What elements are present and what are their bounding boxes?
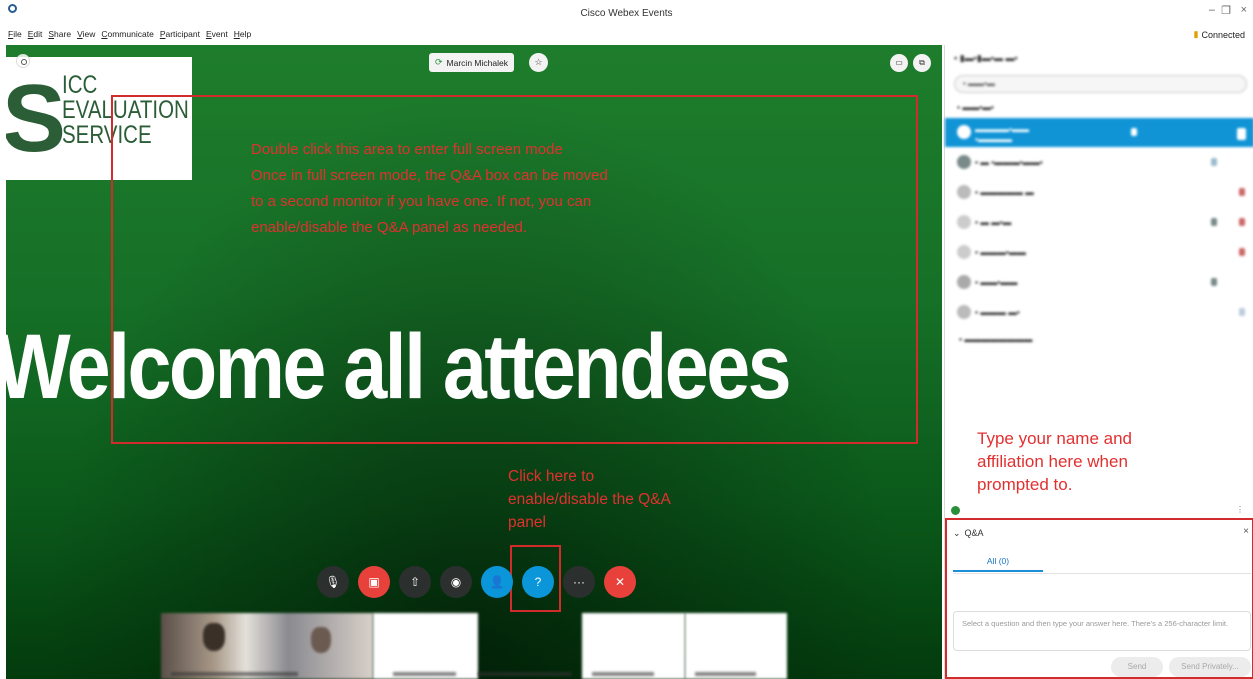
signal-icon: ▮: [1193, 29, 1199, 39]
qa-panel-annotation-box: [945, 518, 1253, 679]
qa-button[interactable]: ?: [522, 566, 554, 598]
video-thumbnail[interactable]: [685, 613, 787, 679]
pin-icon[interactable]: ☆: [529, 53, 548, 72]
side-panel: ▪ ▮▬▪▮▬▪▬ ▬▪ ▪ ▬▬▪▬ ▪ ▬▬▪▬▪ ▬▬▬▬▪▬▬ ▪▬▬▬▬…: [944, 45, 1253, 679]
share-icon: ⇧: [409, 575, 421, 589]
menu-bar: File Edit Share View Communicate Partici…: [8, 29, 251, 43]
webex-window: Cisco Webex Events – ❐ × File Edit Share…: [0, 0, 1253, 679]
avatar: [957, 155, 971, 169]
more-icon: ···: [573, 575, 585, 589]
participant-row[interactable]: ▪ ▬▬▬▬▬ ▬: [945, 178, 1253, 207]
menu-communicate[interactable]: Communicate: [101, 29, 153, 43]
person-icon: 👤: [489, 575, 505, 589]
panelists-header: ▪ ▬▬▪▬▪: [957, 102, 994, 112]
qa-toggle-annotation-text: Click here to enable/disable the Q&A pan…: [508, 468, 671, 531]
record-icon: ◉: [450, 575, 462, 589]
participant-row[interactable]: ▪ ▬▬▬ ▬▪: [945, 298, 1253, 327]
video-button[interactable]: ▣: [358, 566, 390, 598]
participant-row[interactable]: ▪ ▬▬▬▬▬▬▬▬: [945, 325, 1253, 354]
menu-help[interactable]: Help: [234, 29, 251, 43]
presenter-icon: ⟳: [435, 57, 443, 67]
leave-button[interactable]: ✕: [604, 566, 636, 598]
video-thumbnail-strip: [161, 613, 787, 679]
presenter-badge: ⟳ Marcin Michalek: [429, 53, 514, 72]
video-thumbnail[interactable]: [161, 613, 373, 679]
avatar: [957, 305, 971, 319]
meeting-controls: 🎙 ▣ ⇧ ◉ 👤 ? ··· ✕: [317, 566, 636, 598]
video-thumbnail[interactable]: [478, 613, 582, 679]
more-button[interactable]: ···: [563, 566, 595, 598]
share-button[interactable]: ⇧: [399, 566, 431, 598]
minimize-button[interactable]: –: [1209, 4, 1215, 16]
video-off-icon: ▣: [368, 575, 380, 589]
close-icon: ✕: [614, 575, 626, 589]
layout-icon[interactable]: ▭: [890, 54, 908, 72]
participant-row[interactable]: ▪ ▬ ▪▬▬▬▪▬▬▪: [945, 148, 1253, 177]
participant-row[interactable]: ▬▬▬▬▪▬▬ ▪▬▬▬▬: [945, 118, 1253, 147]
menu-participant[interactable]: Participant: [160, 29, 200, 43]
microphone-muted-icon: 🎙: [325, 575, 341, 589]
participant-row[interactable]: ▪ ▬▬▬▪▬▬: [945, 238, 1253, 267]
menu-file[interactable]: File: [8, 29, 22, 43]
mute-button[interactable]: 🎙: [317, 566, 349, 598]
avatar: [957, 215, 971, 229]
presenter-name: Marcin Michalek: [446, 57, 508, 68]
avatar: [957, 245, 971, 259]
connection-status: ▮ Connected: [1194, 29, 1246, 40]
menu-edit[interactable]: Edit: [28, 29, 43, 43]
fullscreen-annotation-text: Double click this area to enter full scr…: [251, 141, 608, 236]
participants-button[interactable]: 👤: [481, 566, 513, 598]
participant-row[interactable]: ▪ ▬ ▬▪▬: [945, 208, 1253, 237]
avatar: [957, 185, 971, 199]
menu-view[interactable]: View: [77, 29, 95, 43]
title-bar: Cisco Webex Events – ❐ ×: [0, 0, 1253, 28]
panel-status-icon[interactable]: [951, 506, 960, 515]
menu-share[interactable]: Share: [48, 29, 71, 43]
avatar: [957, 275, 971, 289]
content-stage[interactable]: S ICC EVALUATION SERVICE Welcome all att…: [6, 45, 942, 679]
menu-event[interactable]: Event: [206, 29, 228, 43]
question-icon: ?: [534, 575, 542, 589]
name-annotation-text: Type your name and affiliation here when…: [977, 429, 1132, 494]
avatar: [957, 125, 971, 139]
participants-header: ▪ ▮▬▪▮▬▪▬ ▬▪: [954, 53, 1018, 63]
window-title: Cisco Webex Events: [580, 8, 673, 19]
connection-status-label: Connected: [1201, 29, 1245, 40]
panel-options-icon[interactable]: ⋮: [1236, 505, 1244, 514]
panel-toolbar: ⋮: [945, 505, 1253, 519]
popout-icon[interactable]: ⧉: [913, 54, 931, 72]
logo-letter: S: [6, 65, 67, 172]
restore-button[interactable]: ❐: [1221, 4, 1231, 17]
video-thumbnail[interactable]: [582, 613, 685, 679]
record-button[interactable]: ◉: [440, 566, 472, 598]
close-window-button[interactable]: ×: [1241, 4, 1247, 16]
stage-info-icon[interactable]: [16, 54, 30, 68]
participant-search-input[interactable]: ▪ ▬▬▪▬: [954, 75, 1247, 93]
participant-row[interactable]: ▪ ▬▬▪▬▬: [945, 268, 1253, 297]
video-thumbnail[interactable]: [373, 613, 478, 679]
